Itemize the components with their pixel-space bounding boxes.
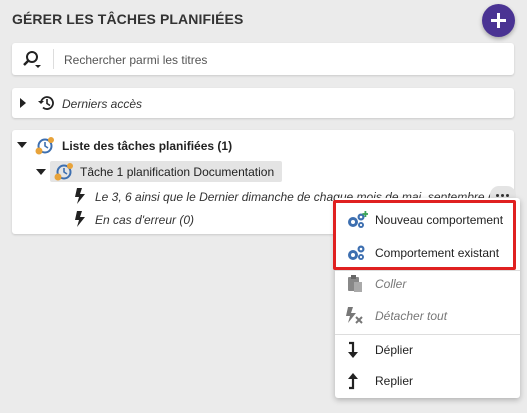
search-divider <box>53 49 54 69</box>
scheduled-task-icon <box>54 163 73 181</box>
paste-icon <box>348 275 362 292</box>
chevron-down-icon[interactable] <box>17 142 27 148</box>
menu-item-label: Replier <box>375 374 414 388</box>
scheduled-task-list-icon <box>35 137 54 155</box>
add-task-button[interactable] <box>482 4 515 37</box>
detach-all-icon <box>346 307 363 324</box>
collapse-arrow-icon <box>348 373 358 390</box>
highlight-box <box>333 200 516 270</box>
chevron-down-icon[interactable] <box>36 169 46 175</box>
search-bar <box>12 43 514 75</box>
task-list-root[interactable]: Liste des tâches planifiées (1) <box>62 139 232 153</box>
menu-item-label: Coller <box>375 277 407 291</box>
recent-access-panel[interactable]: Derniers accès <box>12 88 514 118</box>
menu-item-collapse[interactable]: Replier <box>335 366 520 396</box>
expand-arrow-icon <box>348 341 358 358</box>
menu-item-detach-all[interactable]: Détacher tout <box>335 301 520 331</box>
caret-right-icon[interactable] <box>20 98 26 108</box>
history-icon <box>38 96 54 110</box>
task-label[interactable]: Tâche 1 planification Documentation <box>80 165 274 179</box>
trigger-bolt-icon <box>75 211 85 227</box>
recent-access-label: Derniers accès <box>62 97 143 111</box>
menu-item-label: Détacher tout <box>375 309 448 323</box>
page-title: GÉRER LES TÂCHES PLANIFIÉES <box>12 11 244 27</box>
trigger-bolt-icon <box>75 188 85 204</box>
plus-icon <box>491 13 506 28</box>
search-icon[interactable] <box>21 50 43 70</box>
menu-item-paste[interactable]: Coller <box>335 269 520 299</box>
menu-item-expand[interactable]: Déplier <box>335 335 520 365</box>
trigger-error-item[interactable]: En cas d'erreur (0) <box>95 213 194 227</box>
menu-item-label: Déplier <box>375 343 414 357</box>
search-input[interactable] <box>62 49 506 71</box>
